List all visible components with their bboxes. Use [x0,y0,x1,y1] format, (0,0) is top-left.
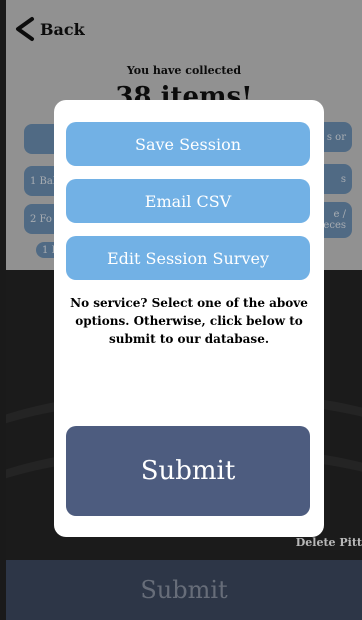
submit-options-modal: Save Session Email CSV Edit Session Surv… [54,100,324,537]
submit-button[interactable]: Submit [66,426,310,516]
service-note: No service? Select one of the above opti… [70,296,308,346]
edit-session-survey-button[interactable]: Edit Session Survey [66,236,310,280]
app-screen: Back You have collected 38 items! 1 Bal … [6,0,362,620]
save-session-button[interactable]: Save Session [66,122,310,166]
email-csv-button[interactable]: Email CSV [66,179,310,223]
